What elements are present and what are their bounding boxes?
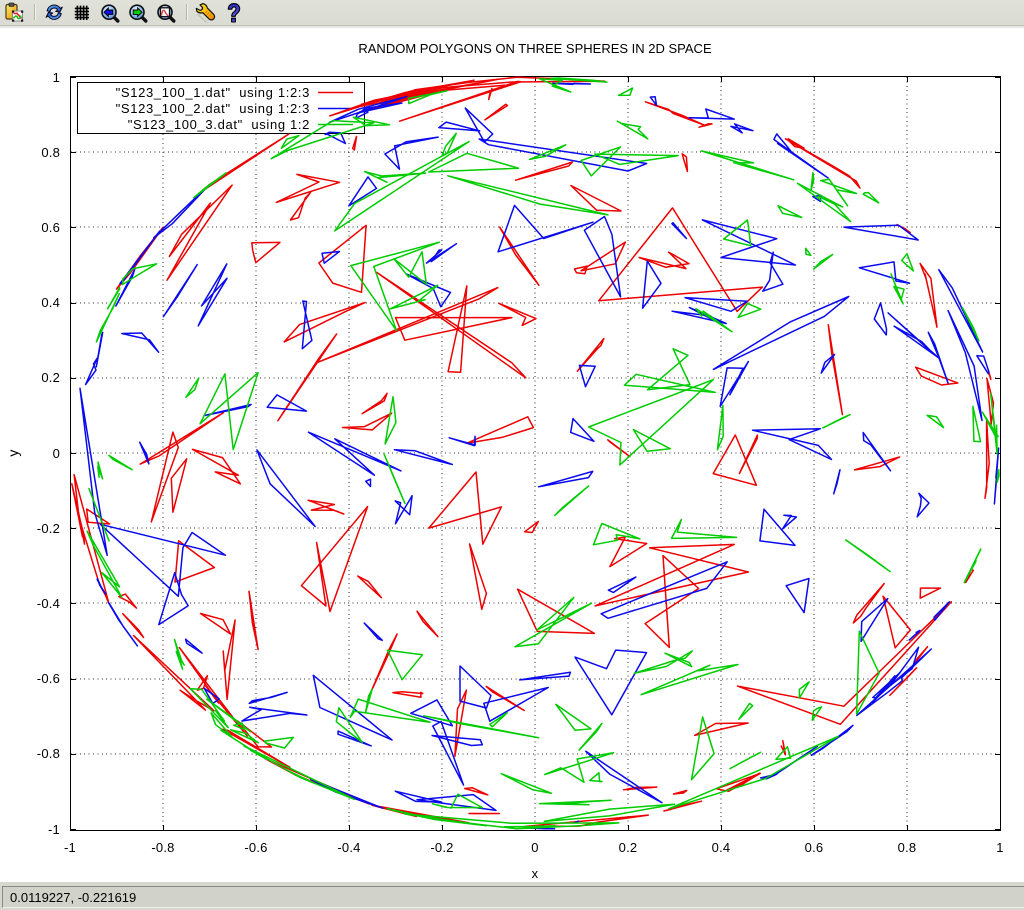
svg-text:-1: -1: [48, 822, 60, 837]
svg-text:-0.2: -0.2: [430, 840, 453, 855]
svg-text:1: 1: [996, 840, 1003, 855]
svg-text:"S123_100_2.dat" using 1:2:3: "S123_100_2.dat" using 1:2:3: [116, 101, 310, 116]
svg-text:-0.4: -0.4: [337, 840, 360, 855]
svg-text:-1: -1: [64, 840, 76, 855]
svg-text:-0.6: -0.6: [244, 840, 267, 855]
svg-text:-0.6: -0.6: [37, 671, 60, 686]
svg-text:0.4: 0.4: [41, 295, 60, 310]
svg-text:-0.8: -0.8: [37, 746, 60, 761]
svg-text:0: 0: [531, 840, 538, 855]
svg-text:"S123_100_1.dat" using 1:2:3: "S123_100_1.dat" using 1:2:3: [116, 85, 310, 100]
svg-text:0.2: 0.2: [41, 370, 60, 385]
svg-text:0.6: 0.6: [805, 840, 824, 855]
svg-text:"S123_100_3.dat" using 1:2: "S123_100_3.dat" using 1:2: [128, 117, 310, 132]
svg-text:y: y: [5, 449, 21, 456]
svg-text:x: x: [532, 866, 539, 881]
svg-text:-0.4: -0.4: [37, 596, 60, 611]
svg-text:1: 1: [53, 70, 60, 85]
svg-text:0.2: 0.2: [619, 840, 638, 855]
svg-text:RANDOM POLYGONS ON THREE SPHER: RANDOM POLYGONS ON THREE SPHERES IN 2D S…: [358, 41, 712, 56]
svg-text:0.4: 0.4: [712, 840, 731, 855]
svg-text:-0.8: -0.8: [151, 840, 174, 855]
svg-text:-0.2: -0.2: [37, 521, 60, 536]
svg-text:0.6: 0.6: [41, 220, 60, 235]
svg-text:0.8: 0.8: [898, 840, 917, 855]
svg-text:0.8: 0.8: [41, 145, 60, 160]
svg-text:0: 0: [53, 446, 60, 461]
